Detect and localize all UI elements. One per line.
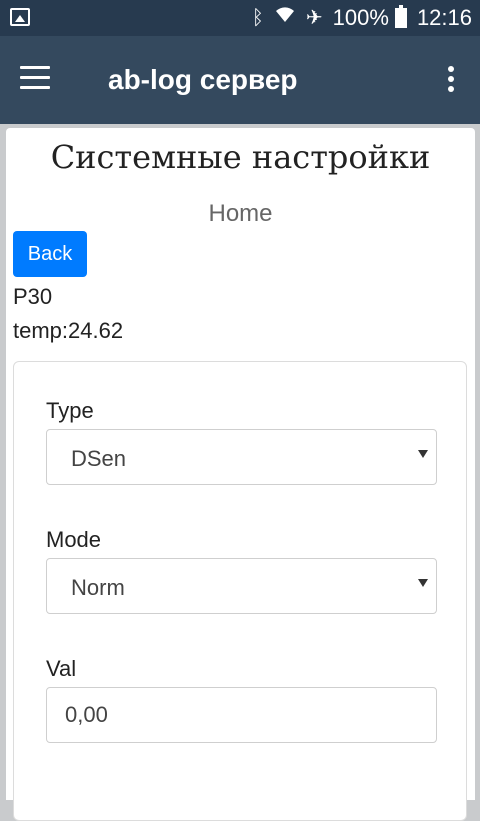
mode-label: Mode [46,527,102,552]
battery-icon [394,5,407,28]
device-name: P30 [13,284,53,309]
page-title: Системные настройки [50,138,431,176]
back-button[interactable]: Back [13,231,87,277]
status-bar: ᛒ ✈ 100% 12:16 [0,0,480,36]
app-bar: ab-log сервер [0,36,480,124]
content-panel: Системные настройки Home Back P30 temp:2… [6,128,475,821]
status-icons: ᛒ ✈ 100% 12:16 [252,4,472,32]
more-vert-icon[interactable] [448,66,456,96]
mode-select-value: Norm [71,575,125,600]
wifi-icon [274,4,296,32]
app-title: ab-log сервер [108,64,298,95]
bluetooth-icon: ᛒ [251,7,264,29]
home-link[interactable]: Home [6,200,475,228]
battery-text: 100% [332,5,389,30]
type-select[interactable]: DSen [46,429,437,485]
val-input[interactable] [46,687,437,743]
airplane-icon: ✈ [305,7,323,29]
hamburger-icon[interactable] [20,66,50,90]
image-icon [10,8,30,26]
clock: 12:16 [416,5,472,30]
dropdown-arrow-icon [418,450,428,458]
type-select-value: DSen [71,446,127,471]
dropdown-arrow-icon [418,579,428,587]
type-label: Type [46,398,94,423]
settings-form: Type DSen Mode Norm Val [13,361,467,821]
mode-select[interactable]: Norm [46,558,437,614]
temperature-readout: temp:24.62 [13,318,124,343]
val-label: Val [46,656,77,681]
